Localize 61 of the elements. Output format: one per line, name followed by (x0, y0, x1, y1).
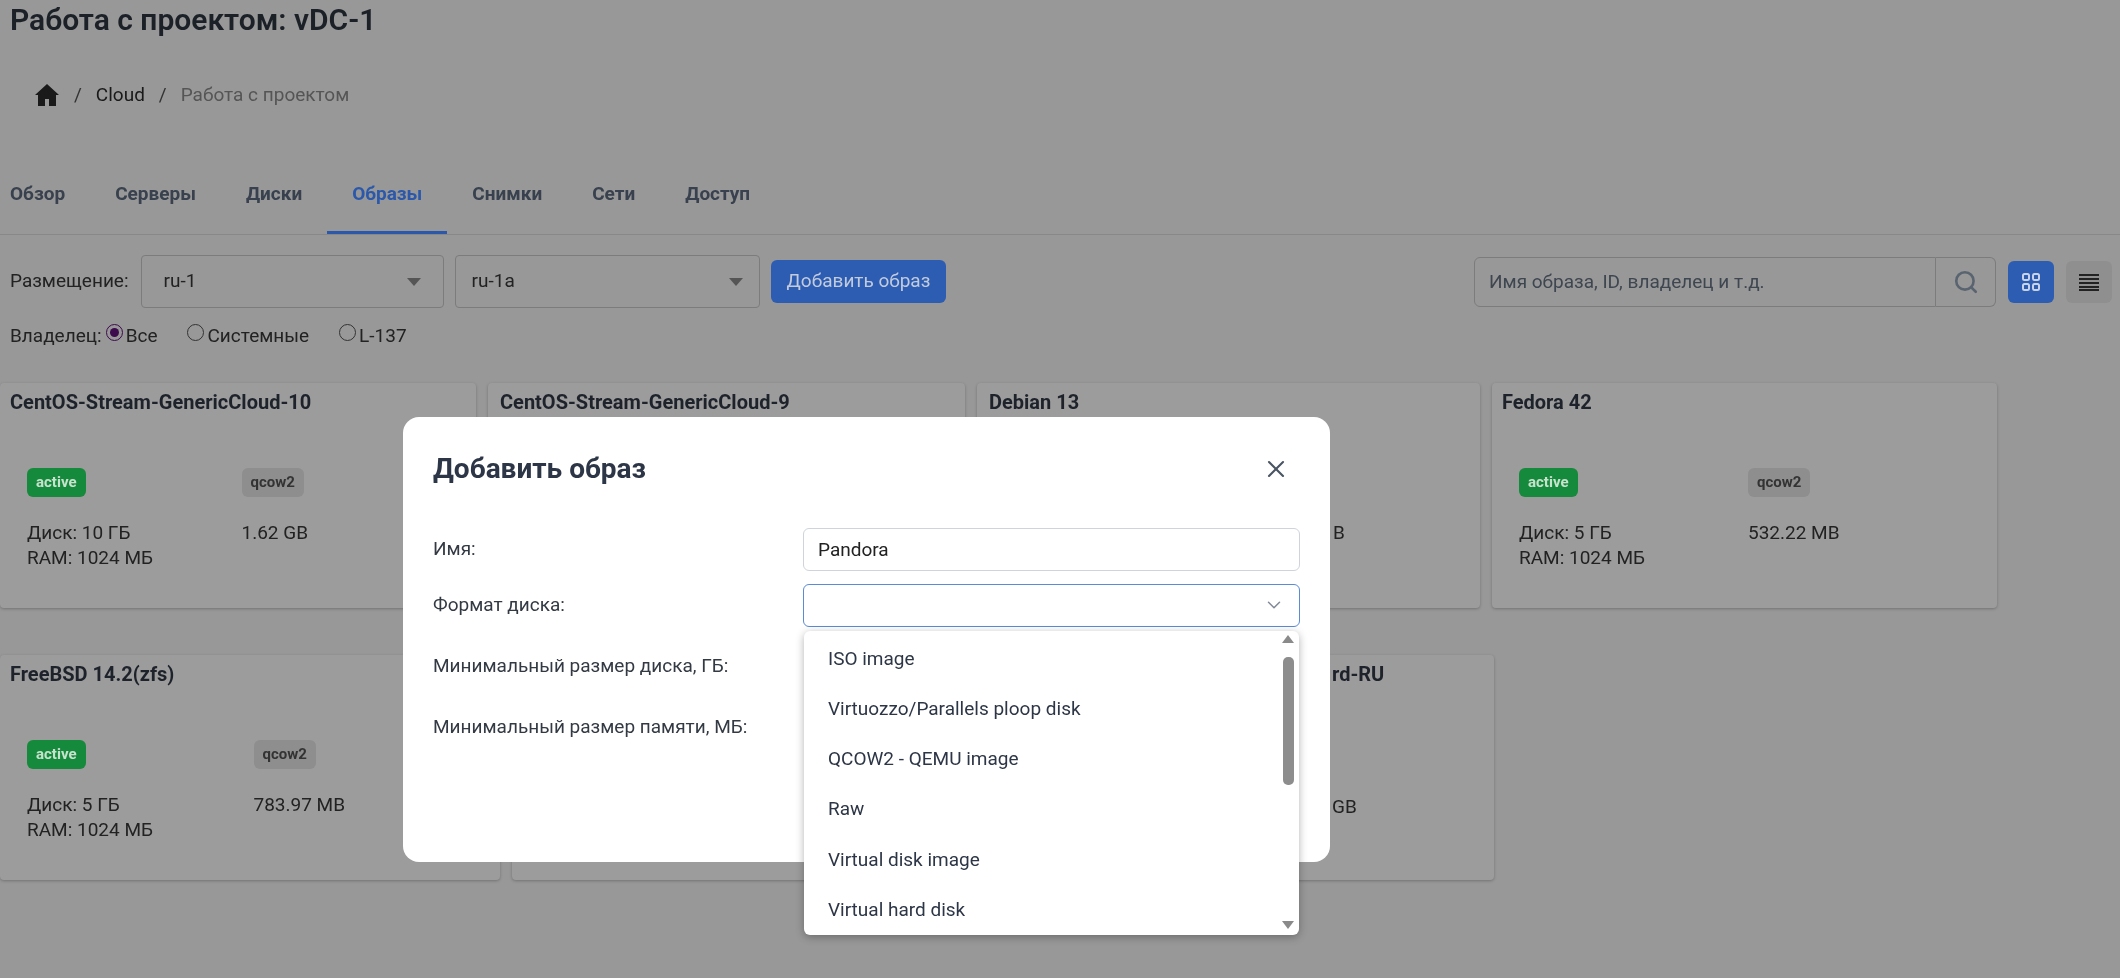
format-option[interactable]: Virtual hard disk (804, 884, 1277, 936)
list-icon (2078, 272, 2100, 291)
image-title: Fedora 42 (1502, 391, 1592, 413)
format-badge: qcow2 (241, 468, 304, 497)
tab[interactable]: Обзор (0, 157, 91, 234)
grid-icon (2021, 271, 2041, 292)
disk-size: Диск: 10 ГБ (27, 519, 132, 545)
image-title: CentOS-Stream-GenericCloud-10 (10, 391, 312, 413)
disk-size: Диск: 5 ГБ (1519, 519, 1613, 545)
image-size: B (1333, 521, 1345, 544)
ram-size: RAM: 1024 МБ (27, 544, 154, 570)
tab[interactable]: Диски (220, 157, 328, 234)
field-label: Имя: (433, 535, 477, 562)
tab[interactable]: Доступ (660, 157, 776, 234)
tab[interactable]: Снимки (447, 157, 568, 234)
radio-label: Все (125, 322, 158, 349)
ram-size: RAM: 1024 МБ (27, 816, 154, 842)
owner-label: Владелец: (10, 322, 102, 349)
format-option[interactable]: Raw (804, 784, 1277, 835)
image-title: CentOS-Stream-GenericCloud-9 (500, 391, 790, 413)
page-title: Работа с проектом: vDC-1 (10, 0, 377, 39)
region-select[interactable]: ru-1 (140, 255, 444, 308)
image-size: 783.97 MB (253, 792, 346, 816)
format-option[interactable]: Virtual disk image (804, 834, 1277, 885)
image-size: 532.22 MB (1748, 520, 1840, 544)
placement-label: Размещение: (10, 268, 129, 295)
format-badge: qcow2 (253, 740, 316, 769)
image-title: FreeBSD 14.2(zfs) (10, 663, 175, 685)
caret-icon (406, 277, 421, 286)
tab[interactable]: Серверы (90, 157, 221, 234)
search-field[interactable]: Имя образа, ID, владелец и т.д. (1474, 256, 1936, 307)
breadcrumb-separator: / (74, 81, 82, 108)
zone-select[interactable]: ru-1a (454, 255, 760, 308)
format-badge: qcow2 (1748, 468, 1811, 497)
home-icon[interactable] (34, 83, 60, 107)
format-option[interactable]: QCOW2 - QEMU image (804, 734, 1277, 785)
disk-format-select[interactable] (803, 583, 1300, 627)
format-option[interactable]: ISO image (804, 634, 1277, 685)
status-badge: active (1519, 468, 1578, 497)
breadcrumb-link[interactable]: Cloud (95, 80, 145, 110)
search-icon (1952, 268, 1979, 295)
add-image-button[interactable]: Добавить образ (770, 260, 947, 303)
status-badge: active (27, 740, 86, 769)
ram-size: RAM: 1024 МБ (1519, 544, 1646, 570)
tab[interactable]: Сети (567, 157, 661, 234)
radio-label: Системные (207, 322, 310, 349)
grid-view-button[interactable] (2008, 260, 2054, 303)
image-title: Debian 13 (989, 391, 1080, 413)
caret-icon (728, 277, 743, 286)
breadcrumb-separator: / (158, 81, 167, 108)
search-button[interactable] (1936, 256, 1996, 307)
list-view-button[interactable] (2066, 260, 2112, 303)
status-badge: active (27, 468, 86, 497)
name-input[interactable]: Pandora (803, 527, 1300, 571)
radio-label: L-137 (359, 322, 407, 349)
image-title: rd-RU (1332, 663, 1385, 685)
image-card[interactable]: Fedora 42 active qcow2 Диск: 5 ГБ RAM: 1024 МБ 532.22 MB (1492, 383, 1997, 608)
disk-size: Диск: 5 ГБ (27, 791, 121, 817)
image-size: GB (1332, 795, 1357, 818)
format-option[interactable]: Virtuozzo/Parallels ploop disk (804, 684, 1277, 735)
image-size: 1.62 GB (241, 520, 309, 544)
